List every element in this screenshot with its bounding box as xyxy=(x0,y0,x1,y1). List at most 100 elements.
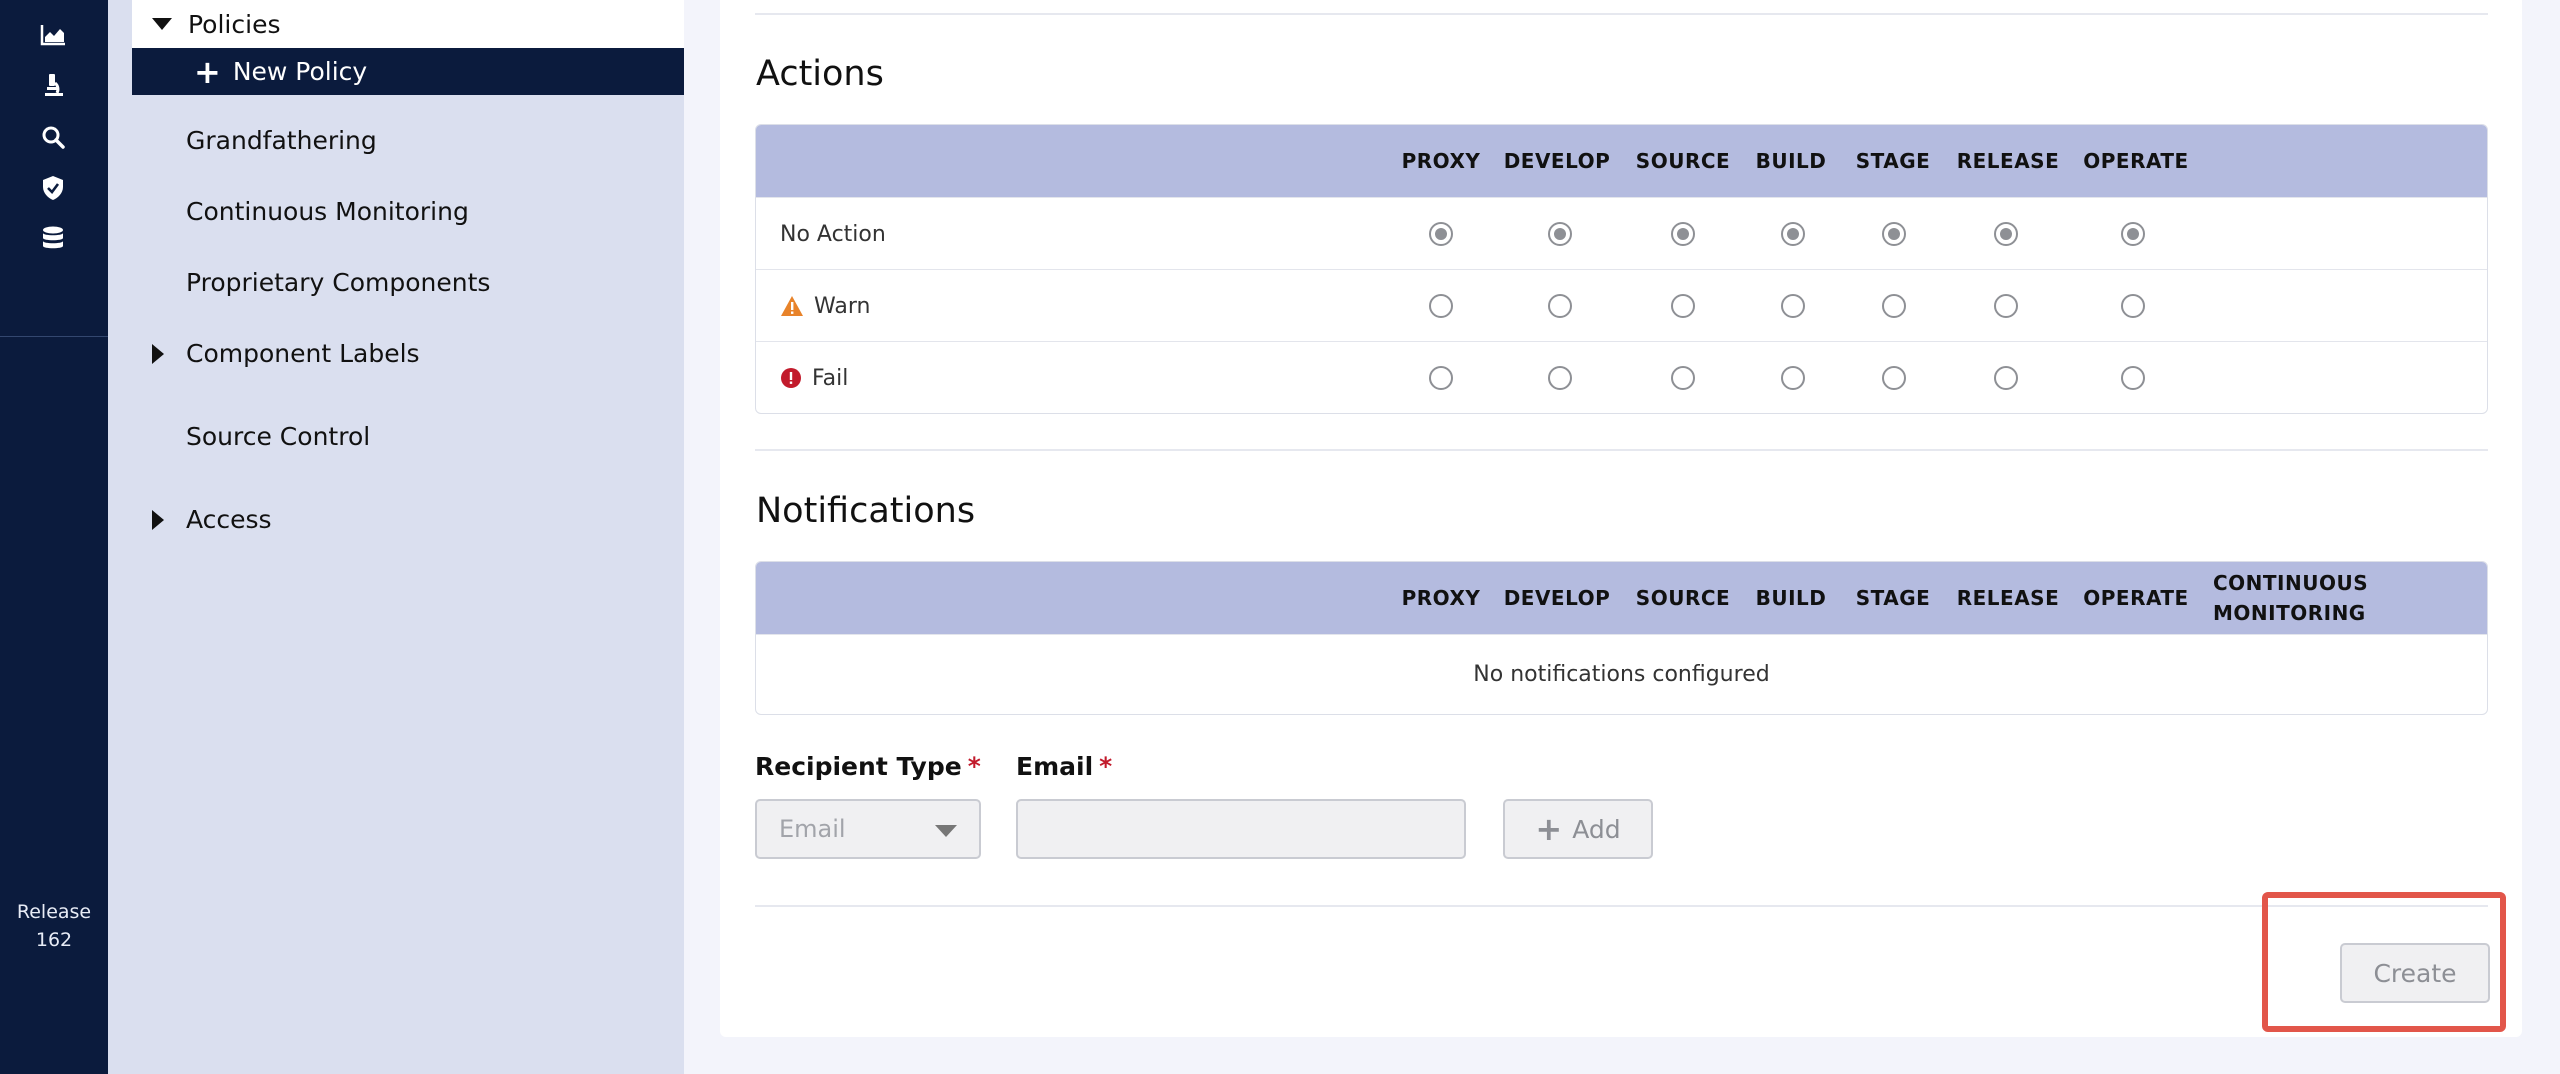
radio-fail-build[interactable] xyxy=(1781,366,1805,390)
sidebar-item-label: Component Labels xyxy=(186,339,420,368)
radio-fail-operate[interactable] xyxy=(2121,366,2145,390)
recipient-type-select[interactable]: Email xyxy=(755,799,981,859)
radio-no-action-operate[interactable] xyxy=(2121,222,2145,246)
column-header: DEVELOP xyxy=(1503,586,1611,610)
column-header: PROXY xyxy=(1401,586,1481,610)
icon-rail: Release 162 xyxy=(0,0,108,1074)
shield-check-icon[interactable] xyxy=(34,169,72,207)
radio-no-action-develop[interactable] xyxy=(1548,222,1572,246)
microscope-icon[interactable] xyxy=(34,67,72,105)
radio-warn-release[interactable] xyxy=(1994,294,2018,318)
database-icon[interactable] xyxy=(34,220,72,258)
row-label-text: Warn xyxy=(814,293,871,319)
recipient-type-label-text: Recipient Type xyxy=(755,752,962,781)
column-header: OPERATE xyxy=(2083,149,2189,173)
caret-right-icon xyxy=(152,509,164,530)
radio-fail-develop[interactable] xyxy=(1548,366,1572,390)
highlight-box xyxy=(2262,892,2506,1032)
column-header-continuous-monitoring: CONTINUOUS MONITORING xyxy=(2191,562,2391,634)
add-button-label: Add xyxy=(1572,814,1621,844)
notifications-title: Notifications xyxy=(756,491,976,531)
caret-right-icon xyxy=(152,343,164,364)
column-header-line: MONITORING xyxy=(2213,601,2366,625)
column-header: DEVELOP xyxy=(1503,149,1611,173)
column-header: BUILD xyxy=(1755,149,1827,173)
actions-table-header: PROXY DEVELOP SOURCE BUILD STAGE RELEASE… xyxy=(756,125,2487,197)
email-label: Email * xyxy=(1016,752,1112,781)
sidebar-item-label: New Policy xyxy=(232,57,368,86)
plus-icon: + xyxy=(194,52,221,91)
policy-form-card: Actions PROXY DEVELOP SOURCE BUILD STAGE… xyxy=(720,0,2522,1037)
column-header: RELEASE xyxy=(1956,586,2060,610)
column-header: STAGE xyxy=(1855,586,1931,610)
radio-fail-stage[interactable] xyxy=(1882,366,1906,390)
radio-no-action-stage[interactable] xyxy=(1882,222,1906,246)
notifications-table: PROXY DEVELOP SOURCE BUILD STAGE RELEASE… xyxy=(755,561,2488,715)
action-row-no-action: No Action xyxy=(756,197,2487,269)
divider xyxy=(755,13,2488,15)
error-circle-icon xyxy=(780,367,802,389)
radio-warn-operate[interactable] xyxy=(2121,294,2145,318)
notifications-table-header: PROXY DEVELOP SOURCE BUILD STAGE RELEASE… xyxy=(756,562,2487,634)
row-label: Warn xyxy=(780,270,870,342)
action-row-fail: Fail xyxy=(756,341,2487,413)
sidebar-item-source-control[interactable]: Source Control xyxy=(186,422,370,451)
radio-warn-source[interactable] xyxy=(1671,294,1695,318)
sidebar-item-label: Policies xyxy=(188,9,281,39)
column-header: STAGE xyxy=(1855,149,1931,173)
radio-no-action-proxy[interactable] xyxy=(1429,222,1453,246)
column-header: SOURCE xyxy=(1635,149,1731,173)
radio-fail-source[interactable] xyxy=(1671,366,1695,390)
chart-icon[interactable] xyxy=(34,16,72,54)
warning-triangle-icon xyxy=(780,295,804,317)
caret-down-icon xyxy=(152,18,172,30)
required-mark: * xyxy=(967,752,981,781)
rail-divider xyxy=(0,336,108,337)
actions-table: PROXY DEVELOP SOURCE BUILD STAGE RELEASE… xyxy=(755,124,2488,414)
sidebar-item-proprietary-components[interactable]: Proprietary Components xyxy=(186,268,490,297)
row-label: Fail xyxy=(780,342,849,413)
recipient-type-value: Email xyxy=(779,815,846,843)
release-label: Release xyxy=(16,901,92,923)
sidebar-item-new-policy[interactable]: + New Policy xyxy=(132,48,684,95)
radio-no-action-build[interactable] xyxy=(1781,222,1805,246)
radio-fail-proxy[interactable] xyxy=(1429,366,1453,390)
policy-sidebar xyxy=(108,0,684,1074)
sidebar-item-continuous-monitoring[interactable]: Continuous Monitoring xyxy=(186,197,469,226)
column-header: OPERATE xyxy=(2083,586,2189,610)
row-label-text: Fail xyxy=(812,365,849,391)
search-icon[interactable] xyxy=(34,118,72,156)
release-version: Release 162 xyxy=(0,898,108,954)
radio-no-action-source[interactable] xyxy=(1671,222,1695,246)
column-header-line: CONTINUOUS xyxy=(2213,571,2369,595)
release-number: 162 xyxy=(35,929,73,951)
sidebar-item-access[interactable]: Access xyxy=(152,505,272,534)
radio-warn-develop[interactable] xyxy=(1548,294,1572,318)
sidebar-item-component-labels[interactable]: Component Labels xyxy=(152,339,420,368)
column-header: RELEASE xyxy=(1956,149,2060,173)
radio-warn-proxy[interactable] xyxy=(1429,294,1453,318)
radio-fail-release[interactable] xyxy=(1994,366,2018,390)
column-header: PROXY xyxy=(1401,149,1481,173)
email-label-text: Email xyxy=(1016,752,1094,781)
plus-icon: + xyxy=(1535,810,1563,848)
sidebar-item-label: Access xyxy=(186,505,272,534)
add-recipient-button[interactable]: + Add xyxy=(1503,799,1653,859)
action-row-warn: Warn xyxy=(756,269,2487,341)
radio-warn-stage[interactable] xyxy=(1882,294,1906,318)
chevron-down-icon xyxy=(935,825,957,837)
row-label-text: No Action xyxy=(780,221,886,247)
column-header: SOURCE xyxy=(1635,586,1731,610)
row-label: No Action xyxy=(780,198,886,270)
divider xyxy=(755,905,2488,907)
email-field[interactable] xyxy=(1016,799,1466,859)
recipient-type-label: Recipient Type * xyxy=(755,752,981,781)
divider xyxy=(755,449,2488,451)
sidebar-item-grandfathering[interactable]: Grandfathering xyxy=(186,126,377,155)
sidebar-item-policies[interactable]: Policies xyxy=(132,0,684,48)
radio-warn-build[interactable] xyxy=(1781,294,1805,318)
notifications-empty-message: No notifications configured xyxy=(756,634,2487,714)
radio-no-action-release[interactable] xyxy=(1994,222,2018,246)
actions-title: Actions xyxy=(756,54,884,94)
required-mark: * xyxy=(1099,752,1113,781)
